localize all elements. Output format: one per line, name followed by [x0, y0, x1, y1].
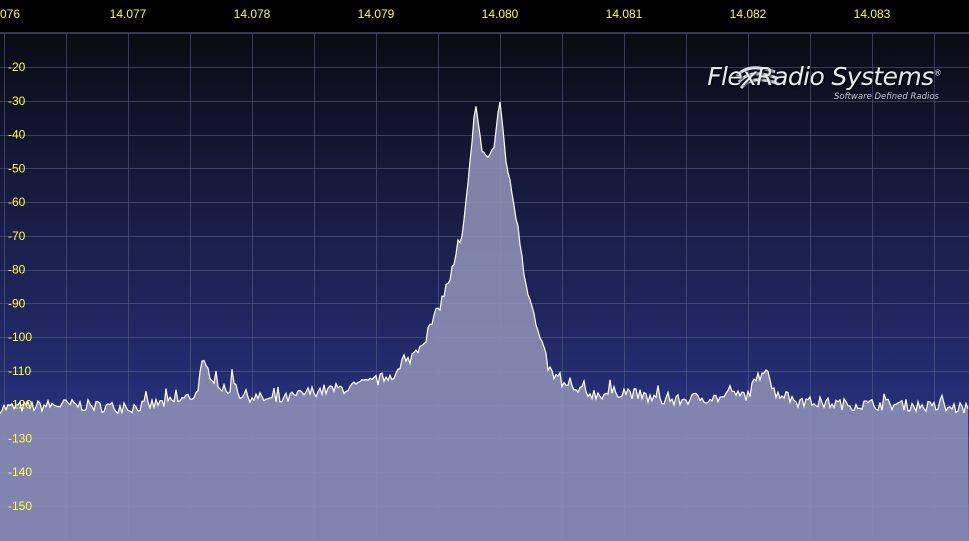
- dbm-label: -130: [8, 431, 32, 445]
- dbm-label: -110: [8, 364, 31, 378]
- frequency-label: 14.078: [234, 7, 271, 21]
- frequency-label: 14.083: [854, 7, 891, 21]
- frequency-label: 14.079: [358, 7, 395, 21]
- dbm-label: -70: [8, 229, 26, 243]
- dbm-label: -140: [8, 465, 32, 479]
- dbm-label: -120: [8, 398, 32, 412]
- frequency-label: 076: [0, 7, 20, 21]
- dbm-label: -90: [8, 296, 26, 310]
- frequency-label: 14.077: [110, 7, 147, 21]
- dbm-label: -60: [8, 195, 26, 209]
- dbm-label: -50: [8, 161, 26, 175]
- dbm-label: -40: [8, 128, 26, 142]
- logo-tagline: Software Defined Radios: [834, 92, 939, 102]
- dbm-label: -80: [8, 263, 26, 277]
- dbm-label: -20: [8, 60, 26, 74]
- panadapter-display[interactable]: 076 14.077 14.078 14.079 14.080 14.081 14.082 1…: [0, 0, 969, 541]
- dbm-label: -100: [8, 330, 32, 344]
- dbm-label: -150: [8, 499, 32, 513]
- flexradio-logo: FlexRadio Systems® Software Defined Radi…: [707, 60, 955, 108]
- logo-wordmark: FlexRadio Systems®: [707, 62, 941, 91]
- frequency-label: 14.082: [730, 7, 767, 21]
- dbm-label: -30: [8, 94, 26, 108]
- frequency-label: 14.081: [606, 7, 643, 21]
- frequency-label: 14.080: [482, 7, 519, 21]
